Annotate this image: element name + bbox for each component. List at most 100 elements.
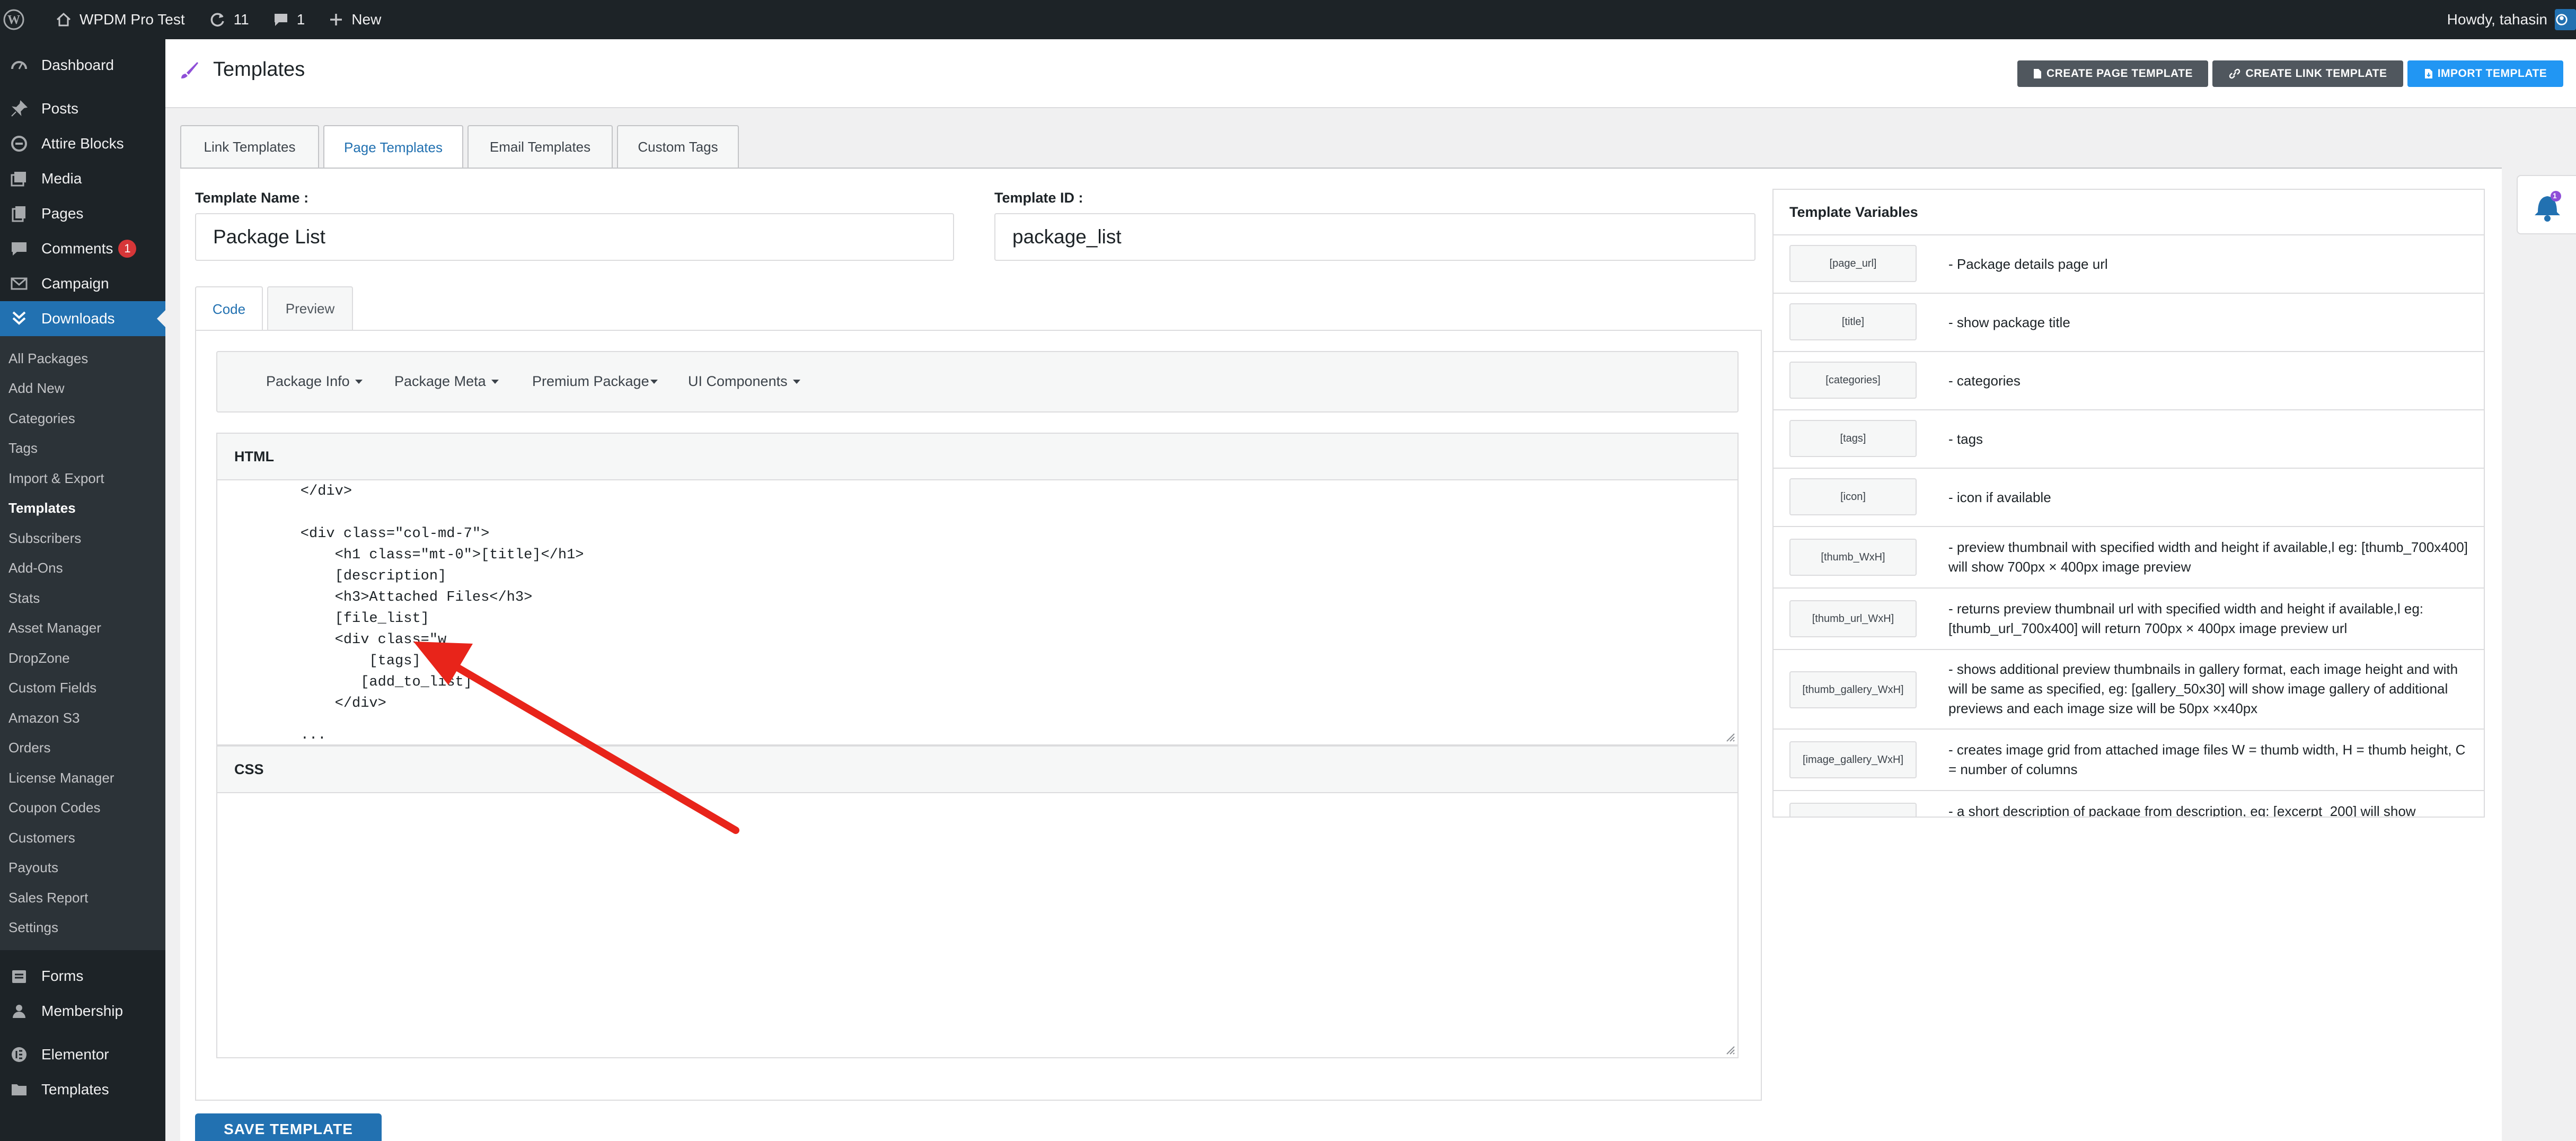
- my-account-link[interactable]: Howdy, tahasin: [2436, 0, 2576, 39]
- variable-row: [excerpt_200] - a short description of p…: [1774, 791, 2484, 817]
- submenu-all-packages[interactable]: All Packages: [0, 344, 165, 374]
- submenu-categories[interactable]: Categories: [0, 403, 165, 434]
- code-line: </div>: [266, 484, 352, 499]
- page-title: Templates: [213, 58, 305, 81]
- tab-page-templates[interactable]: Page Templates: [323, 125, 463, 169]
- variable-code[interactable]: [page_url]: [1789, 245, 1917, 282]
- downloads-submenu: All Packages Add New Categories Tags Imp…: [0, 336, 165, 950]
- sidebar-item-templates[interactable]: Templates: [0, 1072, 165, 1107]
- save-template-button[interactable]: SAVE TEMPLATE: [195, 1113, 382, 1141]
- tab-code[interactable]: Code: [195, 286, 263, 331]
- submenu-payouts[interactable]: Payouts: [0, 853, 165, 883]
- new-content-link[interactable]: New: [316, 0, 393, 39]
- resize-handle-icon[interactable]: [1724, 731, 1735, 742]
- sidebar-item-dashboard[interactable]: Dashboard: [0, 48, 165, 83]
- submenu-license-manager[interactable]: License Manager: [0, 763, 165, 793]
- create-page-template-button[interactable]: CREATE PAGE TEMPLATE: [2017, 60, 2208, 87]
- css-label: CSS: [217, 747, 1737, 793]
- code-line: <div class="w: [266, 632, 447, 648]
- submenu-dropzone[interactable]: DropZone: [0, 643, 165, 673]
- variable-code[interactable]: [thumb_gallery_WxH]: [1789, 671, 1917, 708]
- tab-link-templates[interactable]: Link Templates: [180, 125, 319, 168]
- variable-code[interactable]: [title]: [1789, 303, 1917, 340]
- sidebar-item-comments[interactable]: Comments 1: [0, 231, 165, 266]
- code-line: <div class="col-md-7">: [266, 526, 490, 542]
- html-editor-panel: HTML </div> <div class="col-md-7"> <h1 c…: [216, 433, 1739, 745]
- package-meta-dropdown[interactable]: Package Meta: [394, 373, 499, 390]
- css-code-textarea[interactable]: [217, 793, 1737, 1057]
- sidebar-item-membership[interactable]: Membership: [0, 994, 165, 1029]
- admin-sidebar: Dashboard Posts Attire Blocks Media Page…: [0, 39, 165, 1141]
- site-name-link[interactable]: WPDM Pro Test: [43, 0, 197, 39]
- sidebar-item-pages[interactable]: Pages: [0, 196, 165, 231]
- submenu-tags[interactable]: Tags: [0, 434, 165, 464]
- submenu-sales-report[interactable]: Sales Report: [0, 883, 165, 913]
- css-editor-panel: CSS: [216, 745, 1739, 1058]
- premium-package-dropdown[interactable]: Premium Package: [532, 373, 658, 390]
- submenu-subscribers[interactable]: Subscribers: [0, 523, 165, 554]
- home-icon: [56, 12, 71, 27]
- variable-row: [title] - show package title: [1774, 294, 2484, 352]
- resize-handle-icon[interactable]: [1724, 1043, 1735, 1055]
- notification-count: 1: [2553, 191, 2557, 200]
- submenu-customers[interactable]: Customers: [0, 823, 165, 853]
- updates-link[interactable]: 11: [197, 0, 261, 39]
- import-template-button[interactable]: IMPORT TEMPLATE: [2407, 60, 2563, 87]
- template-id-input[interactable]: package_list: [994, 213, 1755, 261]
- sidebar-item-posts[interactable]: Posts: [0, 91, 165, 126]
- bell-icon: [2535, 191, 2561, 222]
- sidebar-item-downloads[interactable]: Downloads: [0, 301, 165, 336]
- comments-count: 1: [296, 11, 305, 28]
- create-link-template-button[interactable]: CREATE LINK TEMPLATE: [2212, 60, 2403, 87]
- submenu-import-export[interactable]: Import & Export: [0, 463, 165, 494]
- variable-description: - returns preview thumbnail url with spe…: [1948, 601, 2424, 636]
- sidebar-item-forms[interactable]: Forms: [0, 959, 165, 994]
- code-line: [file_list]: [266, 611, 429, 627]
- submenu-settings[interactable]: Settings: [0, 913, 165, 943]
- variable-description: - shows additional preview thumbnails in…: [1948, 661, 2458, 716]
- variable-code[interactable]: [tags]: [1789, 420, 1917, 457]
- template-name-input[interactable]: Package List: [195, 213, 954, 261]
- variable-description: - preview thumbnail with specified width…: [1948, 539, 2468, 575]
- submenu-orders[interactable]: Orders: [0, 733, 165, 763]
- variable-row: [page_url] - Package details page url: [1774, 235, 2484, 294]
- variable-code[interactable]: [thumb_WxH]: [1789, 539, 1917, 576]
- submenu-add-ons[interactable]: Add-Ons: [0, 554, 165, 584]
- variable-code[interactable]: [thumb_url_WxH]: [1789, 600, 1917, 637]
- dashboard-icon: [8, 55, 30, 76]
- ui-components-dropdown[interactable]: UI Components: [688, 373, 800, 390]
- submenu-custom-fields[interactable]: Custom Fields: [0, 673, 165, 704]
- user-avatar-icon: [2556, 14, 2568, 25]
- notification-tab[interactable]: 1: [2517, 175, 2576, 234]
- submenu-stats[interactable]: Stats: [0, 583, 165, 613]
- package-info-dropdown[interactable]: Package Info: [266, 373, 363, 390]
- html-code-textarea[interactable]: </div> <div class="col-md-7"> <h1 class=…: [217, 480, 1737, 744]
- submenu-amazon-s3[interactable]: Amazon S3: [0, 703, 165, 733]
- submenu-asset-manager[interactable]: Asset Manager: [0, 613, 165, 644]
- variable-code[interactable]: [icon]: [1789, 478, 1917, 515]
- sidebar-item-media[interactable]: Media: [0, 161, 165, 196]
- code-line: [tags]: [266, 653, 421, 669]
- variable-code[interactable]: [image_gallery_WxH]: [1789, 741, 1917, 778]
- variable-code[interactable]: [excerpt_200]: [1789, 803, 1917, 817]
- brush-icon: [181, 62, 198, 78]
- submenu-templates[interactable]: Templates: [0, 494, 165, 524]
- tab-preview[interactable]: Preview: [267, 286, 353, 330]
- submenu-add-new[interactable]: Add New: [0, 374, 165, 404]
- comments-badge: 1: [118, 240, 137, 258]
- sidebar-item-campaign[interactable]: Campaign: [0, 266, 165, 301]
- comments-link[interactable]: 1: [261, 0, 317, 39]
- submenu-coupon-codes[interactable]: Coupon Codes: [0, 793, 165, 823]
- folder-icon: [8, 1079, 30, 1100]
- variable-description: - show package title: [1948, 314, 2070, 330]
- wordpress-logo-icon[interactable]: W: [0, 0, 43, 39]
- code-line: ...: [266, 727, 327, 743]
- code-line: [add_to_list]: [266, 674, 472, 690]
- forms-icon: [8, 966, 30, 987]
- tab-custom-tags[interactable]: Custom Tags: [617, 125, 739, 168]
- tab-email-templates[interactable]: Email Templates: [467, 125, 613, 168]
- sidebar-item-elementor[interactable]: Elementor: [0, 1037, 165, 1072]
- sidebar-item-attire-blocks[interactable]: Attire Blocks: [0, 126, 165, 161]
- variable-code[interactable]: [categories]: [1789, 362, 1917, 399]
- variable-row: [categories] - categories: [1774, 352, 2484, 410]
